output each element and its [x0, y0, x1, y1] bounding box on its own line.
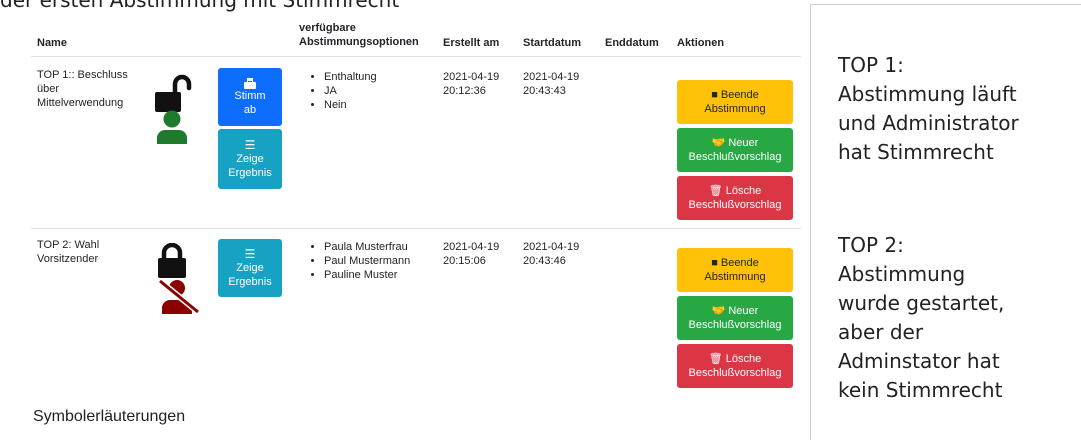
new-label-line2: Beschlußvorschlag — [688, 151, 782, 163]
stop-vote-button[interactable]: ■ Beende Abstimmung — [677, 80, 793, 124]
delete-label-line2: Beschlußvorschlag — [688, 199, 782, 211]
stop-square-icon: ■ — [711, 89, 718, 101]
new-label-line1: Neuer — [728, 137, 759, 149]
delete-label-line1: Lösche — [725, 185, 762, 197]
stop-label-line2: Abstimmung — [704, 271, 766, 283]
note-top2: TOP 2: Abstimmung wurde gestartet, aber … — [838, 231, 1004, 405]
delete-label-line2: Beschlußvorschlag — [688, 367, 782, 379]
trash-icon: 🗑 — [708, 353, 723, 365]
row2-created-time: 20:15:06 — [443, 255, 486, 267]
new-label-line1: Neuer — [728, 305, 759, 317]
list-icon: ☰ — [244, 138, 256, 152]
row1-options: Enthaltung JA Nein — [310, 70, 377, 112]
row1-name: TOP 1:: Beschluss über Mittelverwendung — [37, 68, 128, 110]
row-divider — [31, 228, 801, 229]
row1-start-time: 20:43:43 — [523, 85, 566, 97]
show-result-button[interactable]: ☰ Zeige Ergebnis — [218, 239, 282, 297]
note-top2-line2: Abstimmung — [838, 262, 966, 286]
note-top1-line4: hat Stimmrecht — [838, 140, 994, 164]
header-options-line2: Abstimmungsoptionen — [299, 36, 419, 48]
result-button-line1: Zeige — [236, 153, 264, 165]
option-item: Nein — [324, 98, 377, 112]
lock-open-icon — [155, 74, 192, 112]
option-item: Enthaltung — [324, 70, 377, 84]
legend-heading: Symbolerläuterungen — [33, 408, 186, 425]
row2-name-line2: Vorsitzender — [37, 253, 99, 265]
vote-button-line2: ab — [243, 104, 257, 116]
stop-square-icon: ■ — [711, 257, 718, 269]
note-top2-line5: Adminstator hat — [838, 349, 1000, 373]
vote-table-panel: Name verfügbare Abstimmungsoptionen Erst… — [0, 0, 810, 439]
row2-options: Paula Musterfrau Paul Mustermann Pauline… — [310, 240, 410, 282]
vote-button-line1: Stimm — [234, 90, 266, 102]
trash-icon: 🗑 — [708, 185, 723, 197]
header-options: verfügbare Abstimmungsoptionen — [299, 21, 419, 49]
row2-start-date: 2021-04-19 — [523, 241, 580, 253]
stop-label-line1: Beende — [720, 257, 759, 269]
annotation-panel: TOP 1: Abstimmung läuft und Administrato… — [810, 4, 1081, 440]
result-button-line1: Zeige — [236, 262, 264, 274]
new-proposal-button[interactable]: 🤝 Neuer Beschlußvorschlag — [677, 296, 793, 340]
list-icon: ☰ — [244, 247, 256, 261]
header-divider — [31, 56, 801, 57]
header-name: Name — [37, 37, 67, 49]
note-top1: TOP 1: Abstimmung läuft und Administrato… — [838, 51, 1019, 167]
row2-start: 2021-04-19 20:43:46 — [523, 240, 579, 268]
header-end: Enddatum — [605, 37, 659, 49]
result-button-line2: Ergebnis — [228, 167, 272, 179]
delete-proposal-button[interactable]: 🗑 Lösche Beschlußvorschlag — [677, 344, 793, 388]
row1-created: 2021-04-19 20:12:36 — [443, 70, 499, 98]
user-icon — [157, 110, 187, 144]
vote-box-icon — [244, 78, 256, 89]
option-item: Pauline Muster — [324, 268, 410, 282]
handshake-icon: 🤝 — [711, 305, 726, 317]
header-start: Startdatum — [523, 37, 582, 49]
note-top2-line6: kein Stimmrecht — [838, 378, 1003, 402]
delete-label-line1: Lösche — [725, 353, 762, 365]
vote-button[interactable]: Stimm ab — [218, 68, 282, 126]
user-slash-icon — [158, 278, 200, 314]
lock-closed-icon — [158, 243, 186, 278]
stop-label-line2: Abstimmung — [704, 103, 766, 115]
row1-start-date: 2021-04-19 — [523, 71, 580, 83]
header-created: Erstellt am — [443, 37, 500, 49]
row1-created-time: 20:12:36 — [443, 85, 486, 97]
option-item: Paul Mustermann — [324, 254, 410, 268]
row2-name-line1: TOP 2: Wahl — [37, 239, 100, 251]
row2-start-time: 20:43:46 — [523, 255, 566, 267]
row2-created: 2021-04-19 20:15:06 — [443, 240, 499, 268]
row2-created-date: 2021-04-19 — [443, 241, 500, 253]
note-top2-line3: wurde gestartet, — [838, 291, 1005, 315]
note-top2-line4: aber der — [838, 320, 924, 344]
row1-start: 2021-04-19 20:43:43 — [523, 70, 579, 98]
option-item: Paula Musterfrau — [324, 240, 410, 254]
new-label-line2: Beschlußvorschlag — [688, 319, 782, 331]
row1-name-line1: TOP 1:: Beschluss — [37, 69, 128, 81]
option-item: JA — [324, 84, 377, 98]
handshake-icon: 🤝 — [711, 137, 726, 149]
row2-name: TOP 2: Wahl Vorsitzender — [37, 238, 99, 266]
stop-vote-button[interactable]: ■ Beende Abstimmung — [677, 248, 793, 292]
new-proposal-button[interactable]: 🤝 Neuer Beschlußvorschlag — [677, 128, 793, 172]
header-options-line1: verfügbare — [299, 22, 356, 34]
row1-created-date: 2021-04-19 — [443, 71, 500, 83]
note-top2-line1: TOP 2: — [838, 233, 904, 257]
note-top1-line1: TOP 1: — [838, 53, 904, 77]
stop-label-line1: Beende — [720, 89, 759, 101]
delete-proposal-button[interactable]: 🗑 Lösche Beschlußvorschlag — [677, 176, 793, 220]
show-result-button[interactable]: ☰ Zeige Ergebnis — [218, 129, 282, 189]
result-button-line2: Ergebnis — [228, 276, 272, 288]
note-top1-line2: Abstimmung läuft — [838, 82, 1017, 106]
note-top1-line3: und Administrator — [838, 111, 1019, 135]
header-actions: Aktionen — [677, 37, 725, 49]
row1-name-line2: über — [37, 83, 60, 95]
row1-name-line3: Mittelverwendung — [37, 97, 124, 109]
